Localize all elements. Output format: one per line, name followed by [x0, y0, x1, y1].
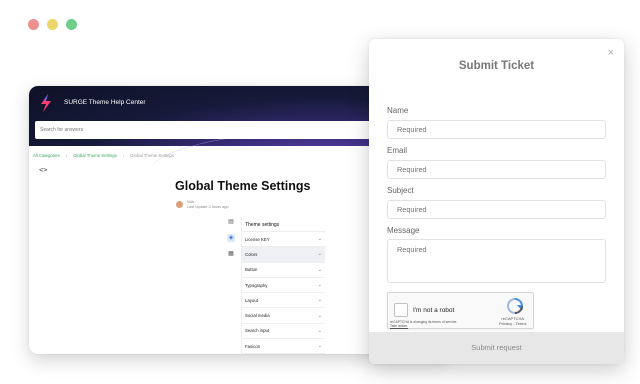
chevron-right-icon: › [122, 153, 125, 158]
settings-item-label: Social media [245, 313, 270, 319]
chevron-right-icon: › [65, 153, 68, 158]
settings-item-label: Typography [245, 282, 268, 288]
blocks-icon[interactable]: ▦ [227, 250, 235, 258]
avatar [176, 201, 183, 208]
close-icon[interactable]: × [608, 47, 614, 59]
theme-settings-icon[interactable]: ◈ [227, 234, 235, 242]
settings-item-layout[interactable]: Layout ⌄ [242, 293, 325, 309]
settings-item-label: Search input [245, 328, 270, 334]
settings-item-label: License KEY [245, 236, 270, 242]
settings-item-button[interactable]: Button ⌄ [242, 263, 325, 278]
modal-title: Submit Ticket [458, 60, 535, 72]
settings-item-label: Button [245, 267, 258, 273]
stage: SURGE Theme Help Center All Categories › G… [0, 0, 640, 384]
email-field[interactable] [387, 160, 606, 179]
recaptcha-widget: I'm not a robot reCAPTCHA Privacy - Term… [387, 292, 534, 329]
subject-label: Subject [387, 186, 414, 195]
sections-icon[interactable]: ▤ [227, 218, 235, 226]
panel-title: Theme settings [242, 218, 325, 232]
settings-item-typography[interactable]: Typography ⌄ [242, 278, 325, 294]
editor-rail: ▤ ◈ ▦ [227, 218, 237, 266]
author-meta: Last Update 3 hours ago [187, 205, 229, 209]
recaptcha-take-action-link[interactable]: Take action. [390, 324, 457, 328]
chevron-down-icon: ⌄ [317, 282, 322, 289]
settings-item-label: Favicon [245, 343, 261, 349]
settings-item-colors[interactable]: Colors ⌄ [242, 247, 325, 263]
article-title: Global Theme Settings [175, 179, 311, 193]
chevron-down-icon: ⌄ [317, 327, 322, 334]
settings-item-license-key[interactable]: License KEY ⌄ [242, 232, 325, 248]
settings-item-label: Colors [245, 251, 258, 257]
recaptcha-brand: reCAPTCHA Privacy - Terms [499, 316, 526, 326]
recaptcha-logo-icon [506, 298, 524, 314]
chevron-down-icon: ⌄ [317, 266, 322, 273]
breadcrumb-link-category[interactable]: Global Theme Settings [73, 153, 117, 158]
recaptcha-checkbox[interactable] [394, 303, 408, 317]
bolt-logo-icon [41, 94, 51, 112]
breadcrumb-link-all[interactable]: All Categories [33, 153, 60, 158]
name-label: Name [387, 106, 409, 115]
code-icon[interactable]: <> [39, 166, 47, 174]
theme-settings-panel: Theme settings License KEY ⌄ Colors ⌄ Butt… [241, 218, 325, 354]
breadcrumb: All Categories › Global Theme Settings › Glo… [33, 153, 174, 158]
chevron-down-icon: ⌄ [317, 297, 322, 304]
settings-item-social-media[interactable]: Social media ⌄ [242, 308, 325, 324]
recaptcha-notice: reCAPTCHA is changing its terms of servi… [390, 320, 457, 328]
submit-ticket-modal: Submit Ticket × Name Email Subject Messa… [369, 39, 624, 364]
recaptcha-label: I'm not a robot [413, 307, 455, 314]
chevron-down-icon: ⌄ [317, 236, 322, 243]
submit-request-button[interactable]: Submit request [369, 332, 624, 364]
window-close-dot[interactable] [28, 19, 39, 30]
message-field[interactable] [387, 239, 606, 283]
window-maximize-dot[interactable] [66, 19, 77, 30]
message-label: Message [387, 226, 420, 235]
email-label: Email [387, 146, 408, 155]
breadcrumb-current: Global Theme Settings [130, 153, 174, 158]
subject-field[interactable] [387, 200, 606, 219]
settings-item-search-input[interactable]: Search input ⌄ [242, 324, 325, 340]
recaptcha-links[interactable]: Privacy - Terms [499, 321, 526, 326]
window-minimize-dot[interactable] [47, 19, 58, 30]
name-field[interactable] [387, 120, 606, 139]
chevron-down-icon: ⌄ [317, 312, 322, 319]
brand-title: SURGE Theme Help Center [64, 99, 146, 106]
author-block: Nick Last Update 3 hours ago [187, 200, 229, 210]
chevron-down-icon: ⌄ [317, 343, 322, 350]
settings-item-label: Layout [245, 297, 258, 303]
chevron-down-icon: ⌄ [317, 251, 322, 258]
settings-item-favicon[interactable]: Favicon ⌄ [242, 339, 325, 354]
